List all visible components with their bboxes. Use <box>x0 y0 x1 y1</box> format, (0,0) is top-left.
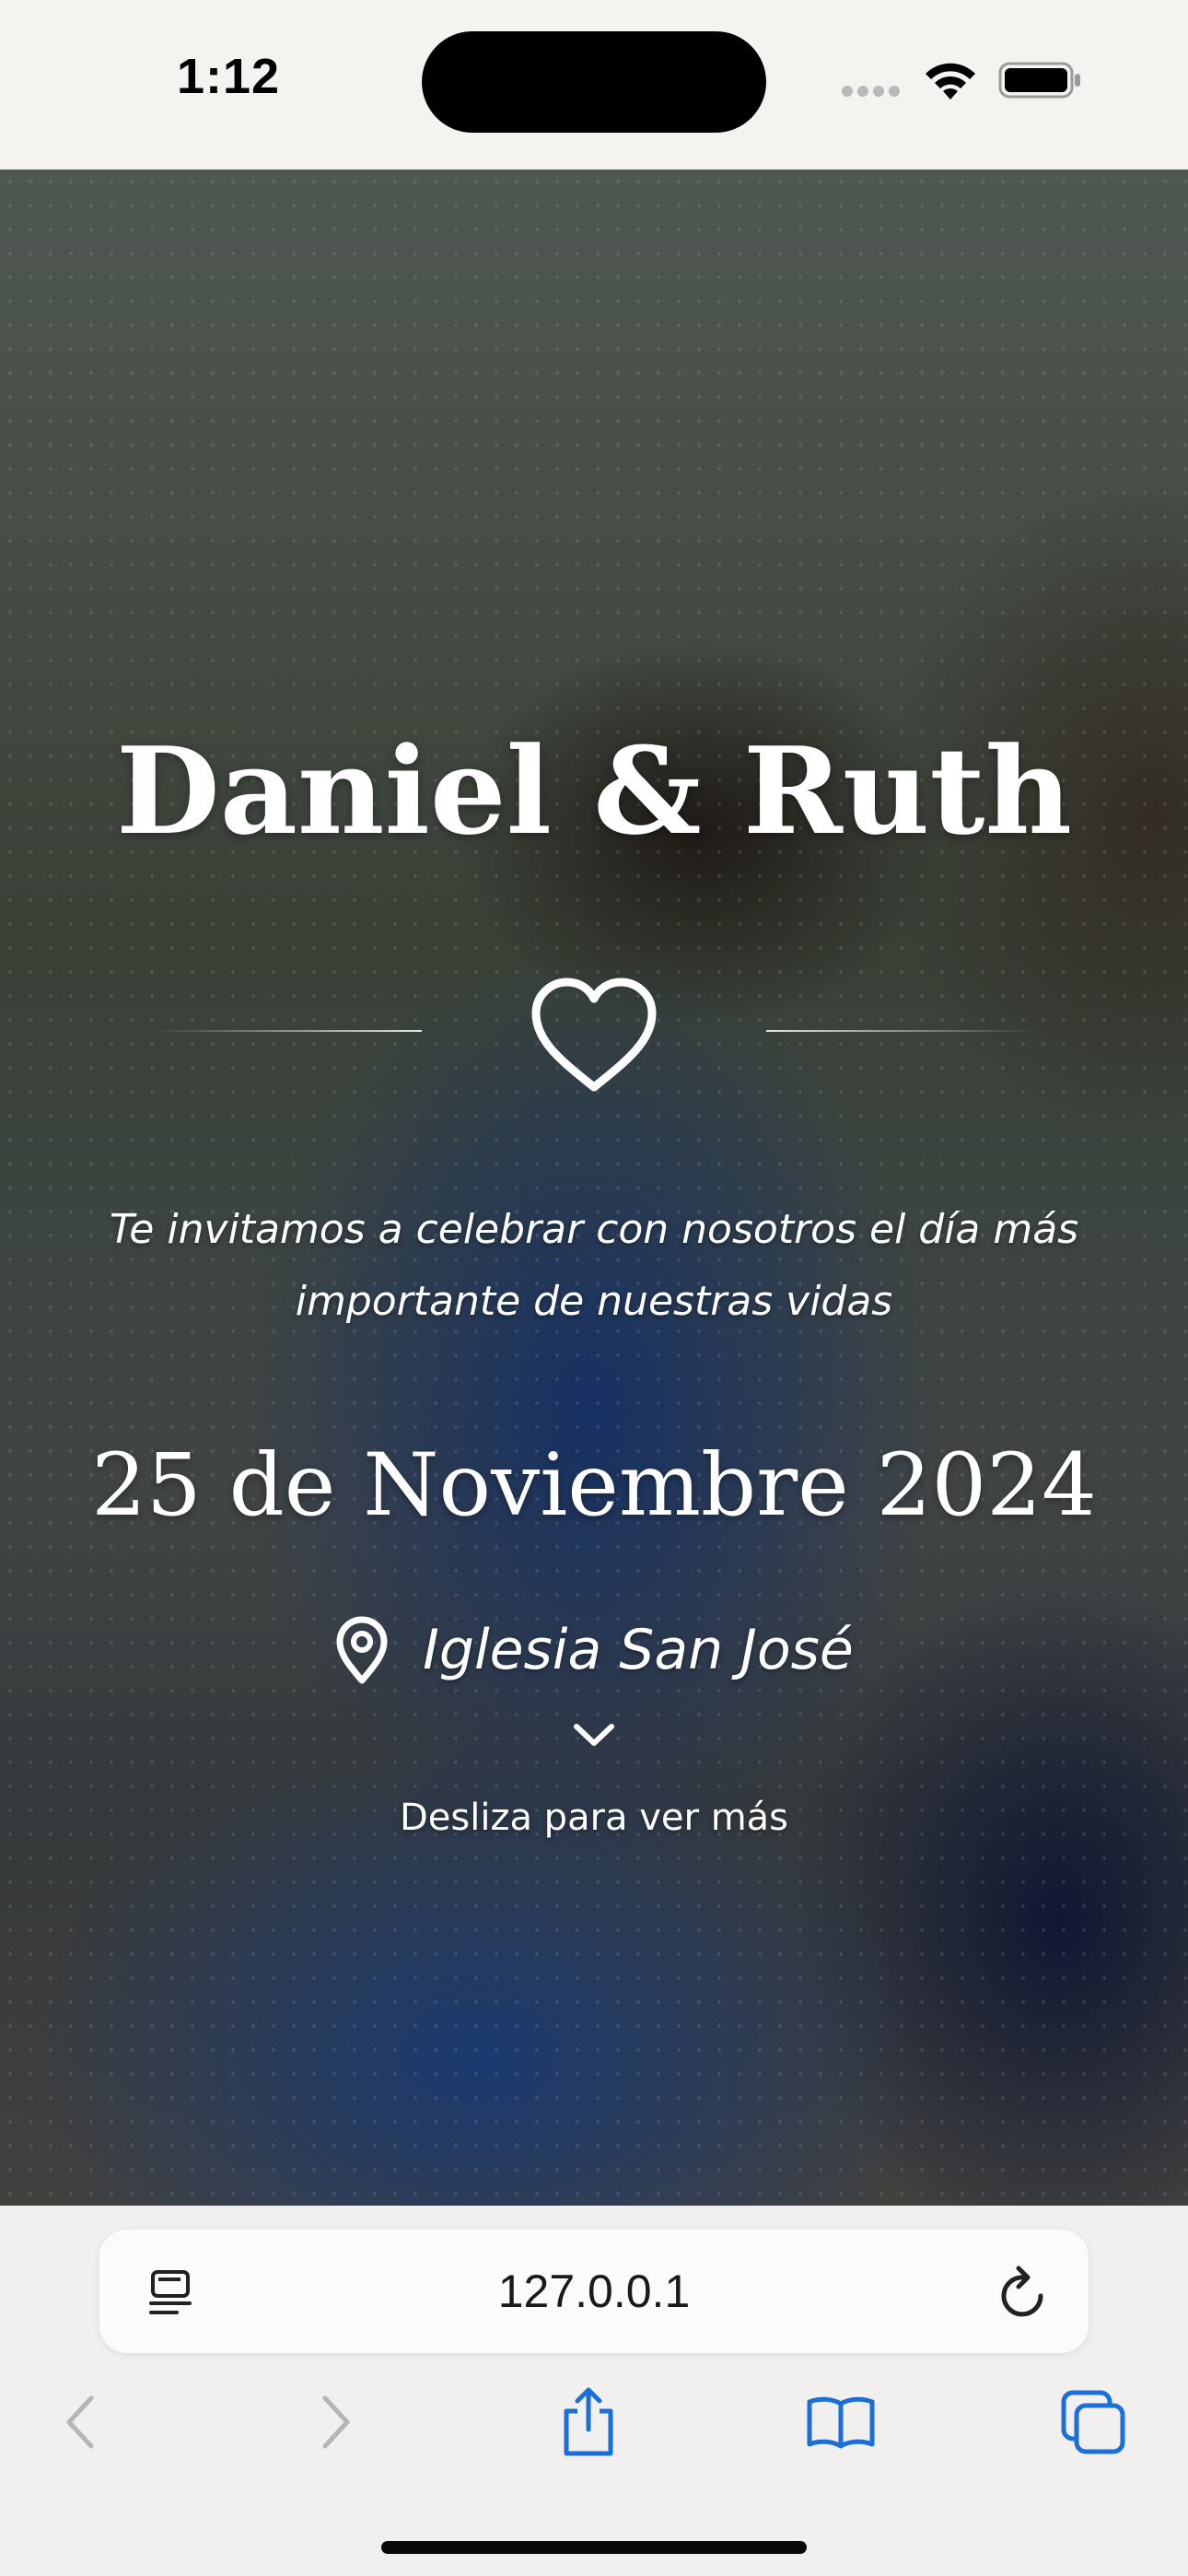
address-bar[interactable]: 127.0.0.1 <box>99 2230 1089 2353</box>
share-icon <box>564 2387 613 2456</box>
bookmarks-icon <box>807 2396 875 2449</box>
status-time: 1:12 <box>177 49 281 104</box>
scroll-hint[interactable]: Desliza para ver más <box>0 1797 1188 1839</box>
bookmarks-button[interactable] <box>799 2381 882 2464</box>
hero-section: Daniel & Ruth Te invitamos a celebrar co… <box>0 170 1188 2206</box>
tabs-button[interactable] <box>1052 2381 1135 2464</box>
home-indicator[interactable] <box>381 2541 807 2554</box>
forward-arrow-icon <box>322 2395 350 2449</box>
divider-line-left <box>155 1030 422 1032</box>
invitation-text: Te invitamos a celebrar con nosotros el … <box>109 1206 1079 1325</box>
location-pin-icon <box>336 1616 388 1684</box>
back-button[interactable] <box>39 2381 122 2464</box>
chevron-down-icon[interactable] <box>572 1721 616 1749</box>
forward-button[interactable] <box>295 2381 378 2464</box>
hero-content: Daniel & Ruth Te invitamos a celebrar co… <box>0 170 1188 2206</box>
wifi-icon <box>926 63 975 100</box>
dynamic-island <box>422 31 766 133</box>
divider-line-right <box>766 1030 1033 1032</box>
status-bar: 1:12 <box>0 0 1188 170</box>
heart-icon <box>531 978 657 1092</box>
couple-names: Daniel & Ruth <box>116 720 1072 861</box>
share-button[interactable] <box>547 2381 630 2464</box>
wedding-date: 25 de Noviembre 2024 <box>91 1435 1097 1536</box>
cellular-signal-icon <box>842 85 906 98</box>
browser-chrome: 127.0.0.1 <box>0 2206 1188 2576</box>
venue-name: Iglesia San José <box>423 1618 854 1682</box>
battery-icon <box>998 62 1080 99</box>
reload-icon[interactable] <box>998 2265 1050 2320</box>
venue: Iglesia San José <box>0 1616 1188 1684</box>
back-arrow-icon <box>66 2395 94 2449</box>
tabs-icon <box>1061 2390 1125 2454</box>
url-text[interactable]: 127.0.0.1 <box>99 2265 1089 2318</box>
